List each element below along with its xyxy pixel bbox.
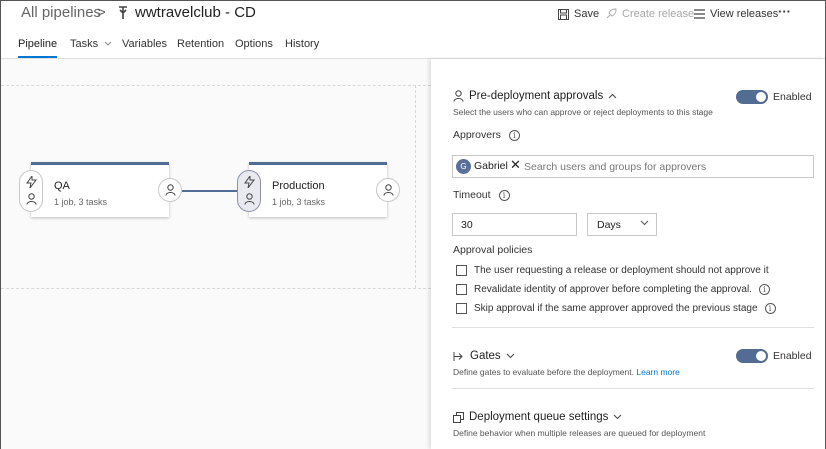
- policy-skip-same-approver[interactable]: Skip approval if the same approver appro…: [456, 303, 776, 314]
- tab-tasks-label: Tasks: [70, 38, 99, 50]
- timeout-input[interactable]: [452, 213, 577, 236]
- approvers-picker[interactable]: G Gabriel ✕: [452, 155, 814, 178]
- post-deployment-conditions-production[interactable]: [376, 178, 400, 202]
- stage-connector: [182, 190, 238, 192]
- tab-tasks[interactable]: Tasks: [70, 38, 112, 50]
- post-deployment-conditions-qa[interactable]: [158, 178, 182, 202]
- chevron-down-icon: [104, 41, 112, 46]
- timeout-unit-select[interactable]: Days: [587, 213, 657, 236]
- section-title: Deployment queue settings: [469, 411, 609, 423]
- timeout-unit-value: Days: [597, 219, 621, 231]
- toggle-knob: [756, 92, 766, 102]
- tab-bar: Pipeline Tasks Variables Retention Optio…: [1, 34, 825, 60]
- create-release-button[interactable]: Create release: [605, 8, 694, 20]
- chevron-down-icon: [506, 353, 515, 359]
- policy-checkbox[interactable]: [456, 303, 467, 314]
- view-releases-label: View releases: [710, 8, 779, 20]
- approvals-toggle[interactable]: [736, 90, 768, 104]
- create-release-label: Create release: [622, 8, 695, 20]
- view-releases-button[interactable]: View releases: [694, 8, 778, 20]
- stage-bar: [249, 162, 387, 165]
- pipeline-canvas: QA 1 job, 3 tasks Production 1 job, 3 ta…: [1, 59, 431, 449]
- gates-description-text: Define gates to evaluate before the depl…: [453, 367, 634, 377]
- info-icon[interactable]: i: [758, 284, 770, 295]
- person-icon: [453, 90, 464, 102]
- gates-header[interactable]: Gates: [453, 350, 515, 362]
- tab-pipeline[interactable]: Pipeline: [18, 38, 57, 50]
- stage-card-production[interactable]: Production 1 job, 3 tasks: [249, 162, 387, 217]
- approvals-enabled-label: Enabled: [773, 91, 812, 103]
- canvas-guide-right: [415, 85, 416, 288]
- gate-icon: [453, 351, 463, 361]
- avatar: G: [456, 159, 471, 174]
- stage-name: QA: [54, 180, 70, 192]
- header-bar: All pipelines > wwtravelclub - CD Save C…: [1, 1, 825, 29]
- learn-more-link[interactable]: Learn more: [636, 367, 679, 377]
- tab-retention[interactable]: Retention: [177, 38, 224, 50]
- tab-variables[interactable]: Variables: [122, 38, 167, 50]
- save-button[interactable]: Save: [558, 8, 599, 20]
- section-divider: [452, 388, 814, 389]
- pre-deployment-conditions-production[interactable]: [237, 170, 261, 212]
- save-icon: [558, 8, 569, 20]
- policy-revalidate-identity[interactable]: Revalidate identity of approver before c…: [456, 284, 770, 295]
- person-icon: [26, 193, 37, 205]
- tab-options[interactable]: Options: [235, 38, 273, 50]
- info-icon[interactable]: i: [508, 129, 520, 141]
- save-label: Save: [574, 8, 600, 20]
- approver-check-icon: [244, 193, 255, 205]
- stage-summary: 1 job, 3 tasks: [272, 197, 326, 207]
- pipeline-title: wwtravelclub - CD: [135, 4, 256, 21]
- info-icon[interactable]: i: [764, 303, 776, 314]
- policy-label: Revalidate identity of approver before c…: [474, 284, 752, 295]
- release-pipeline-icon: [119, 6, 127, 19]
- lightning-icon: [244, 176, 255, 188]
- rocket-icon: [606, 8, 617, 19]
- chevron-down-icon: [614, 414, 622, 420]
- pre-deployment-approvals-header[interactable]: Pre-deployment approvals: [453, 90, 617, 102]
- canvas-guide-bottom: [1, 288, 431, 289]
- gates-toggle[interactable]: [736, 349, 768, 363]
- search-approvers-input[interactable]: [524, 159, 809, 174]
- person-icon: [165, 184, 176, 196]
- deployment-queue-settings-header[interactable]: Deployment queue settings: [453, 411, 622, 423]
- section-divider: [452, 327, 814, 328]
- queue-settings-description: Define behavior when multiple releases a…: [453, 428, 706, 438]
- chevron-up-icon: [608, 93, 617, 99]
- stage-card-qa[interactable]: QA 1 job, 3 tasks: [31, 162, 169, 217]
- breadcrumb-separator: >: [97, 4, 106, 21]
- approvers-label-text: Approvers: [453, 129, 501, 141]
- policy-requester-cannot-approve[interactable]: The user requesting a release or deploym…: [456, 265, 769, 276]
- queue-settings-icon: [453, 411, 464, 423]
- stage-bar: [31, 162, 169, 165]
- list-icon: [694, 9, 705, 19]
- timeout-label-text: Timeout: [453, 189, 491, 201]
- timeout-label: Timeout i: [453, 189, 510, 201]
- canvas-guide-top: [1, 85, 431, 86]
- approvers-label: Approvers i: [453, 129, 520, 141]
- stage-summary: 1 job, 3 tasks: [54, 197, 108, 207]
- section-title: Gates: [470, 350, 501, 362]
- info-icon[interactable]: i: [498, 189, 510, 201]
- section-title: Pre-deployment approvals: [469, 90, 604, 102]
- policy-checkbox[interactable]: [456, 284, 467, 295]
- approval-policies-label: Approval policies: [453, 244, 533, 256]
- more-actions-button[interactable]: ···: [778, 4, 791, 19]
- gates-enabled-label: Enabled: [773, 350, 812, 362]
- remove-approver-icon[interactable]: ✕: [510, 157, 521, 173]
- policy-label: Skip approval if the same approver appro…: [474, 303, 758, 314]
- pre-deployment-conditions-qa[interactable]: [19, 170, 43, 212]
- tab-history[interactable]: History: [285, 38, 319, 50]
- toggle-knob: [756, 351, 766, 361]
- breadcrumb-all-pipelines[interactable]: All pipelines: [21, 4, 101, 21]
- lightning-icon: [26, 176, 37, 188]
- gates-description: Define gates to evaluate before the depl…: [453, 367, 680, 377]
- person-icon: [383, 184, 394, 196]
- policy-checkbox[interactable]: [456, 265, 467, 276]
- policy-label: The user requesting a release or deploym…: [474, 265, 769, 276]
- approvals-description: Select the users who can approve or reje…: [453, 107, 713, 117]
- stage-name: Production: [272, 180, 325, 192]
- approver-name: Gabriel: [474, 160, 508, 172]
- chevron-down-icon: [640, 220, 649, 226]
